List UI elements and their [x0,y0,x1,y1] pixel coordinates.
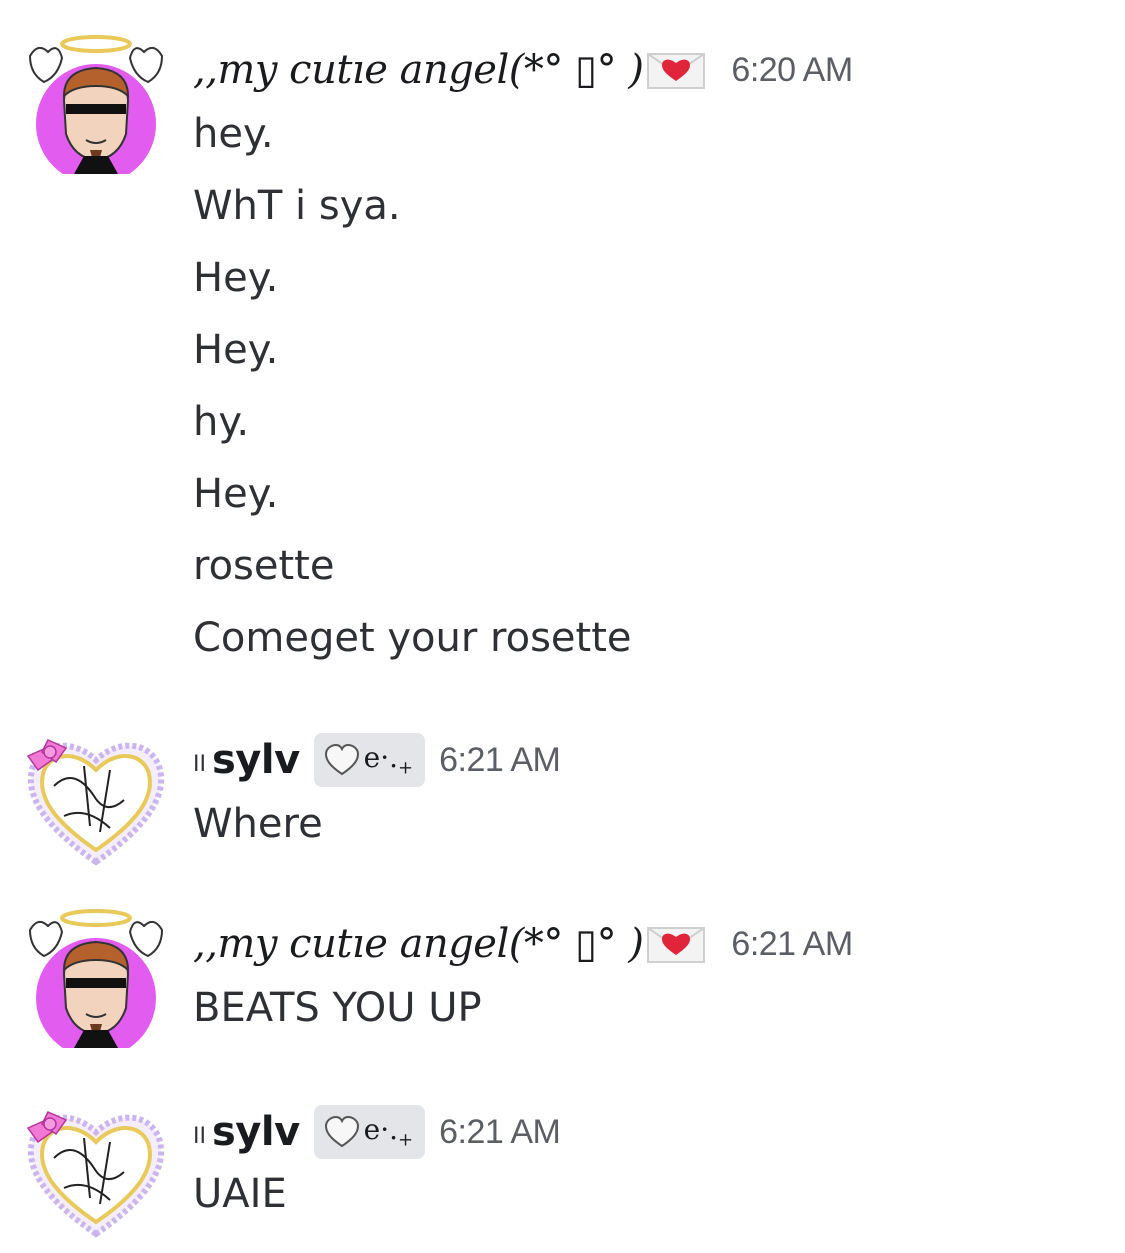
heart-frame-avatar-icon [26,1111,164,1238]
timestamp: 6:21 AM [439,740,561,779]
author-name[interactable]: sylv [212,1109,300,1155]
author-prefix: II [193,1123,206,1149]
message-header: II sylv e·.+ 6:21 AM [193,1102,561,1162]
author-name[interactable]: ,,my cutıe angel(*° ▯° ) [193,921,644,967]
author-name[interactable]: ,,my cutıe angel(*° ▯° ) [193,47,644,93]
message-text: BEATS YOU UP [193,985,482,1031]
message-text: Where [193,801,323,847]
love-letter-envelope-icon [647,51,706,89]
server-tag[interactable]: e·.+ [313,733,426,787]
author-name[interactable]: sylv [212,737,300,783]
message-text: Comeget your rosette [193,615,632,661]
angel-avatar-icon [28,909,164,1048]
tag-label: e·.+ [363,1113,414,1151]
timestamp: 6:21 AM [439,1112,561,1151]
white-heart-icon [324,744,360,776]
love-letter-envelope-icon [647,925,706,963]
message-text: Hey. [193,255,279,301]
angel-avatar-icon [28,35,164,174]
message-text: UAIE [193,1171,287,1217]
heart-frame-avatar-icon [26,739,164,866]
tag-label: e·.+ [363,741,414,779]
avatar-angel[interactable] [24,904,168,1048]
message-text: WhT i sya. [193,183,401,229]
message-text: hy. [193,399,250,445]
message-header: II sylv e·.+ 6:21 AM [193,730,561,790]
timestamp: 6:21 AM [731,924,853,963]
message-text: Hey. [193,327,279,373]
avatar-angel[interactable] [24,30,168,174]
timestamp: 6:20 AM [731,50,853,89]
message-header: ,,my cutıe angel(*° ▯° ) 6:20 AM [193,40,853,100]
server-tag[interactable]: e·.+ [313,1105,426,1159]
avatar-sylv[interactable] [24,1098,168,1242]
author-prefix: II [193,751,206,777]
avatar-sylv[interactable] [24,726,168,870]
message-text: rosette [193,543,335,589]
white-heart-icon [324,1116,360,1148]
message-text: Hey. [193,471,279,517]
message-header: ,,my cutıe angel(*° ▯° ) 6:21 AM [193,914,853,974]
message-text: hey. [193,111,274,157]
